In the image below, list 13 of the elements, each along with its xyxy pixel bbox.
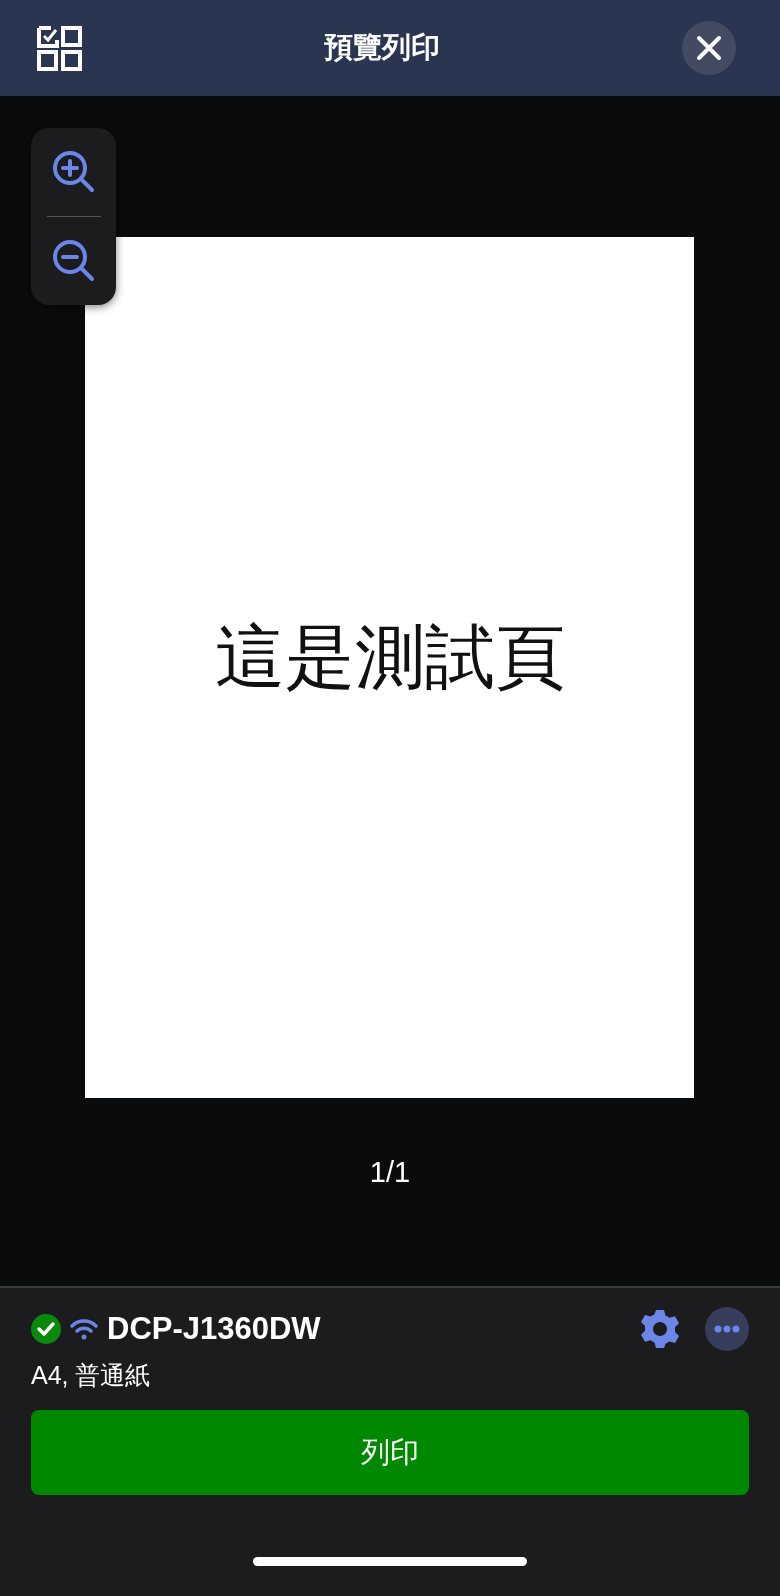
wifi-icon: [69, 1317, 99, 1342]
paper-settings: A4, 普通紙: [31, 1359, 152, 1391]
more-icon: [714, 1325, 740, 1334]
printer-name: DCP-J1360DW: [107, 1310, 321, 1348]
select-pages-icon[interactable]: [36, 25, 82, 71]
screen-title: 預覽列印: [324, 30, 440, 66]
page-counter: 1/1: [368, 1155, 412, 1190]
settings-icon[interactable]: [639, 1308, 681, 1351]
close-icon: [696, 35, 722, 61]
print-button[interactable]: 列印: [31, 1410, 749, 1495]
more-button[interactable]: [705, 1307, 749, 1352]
close-button[interactable]: [682, 21, 736, 75]
page-text: 這是測試頁: [214, 615, 565, 700]
